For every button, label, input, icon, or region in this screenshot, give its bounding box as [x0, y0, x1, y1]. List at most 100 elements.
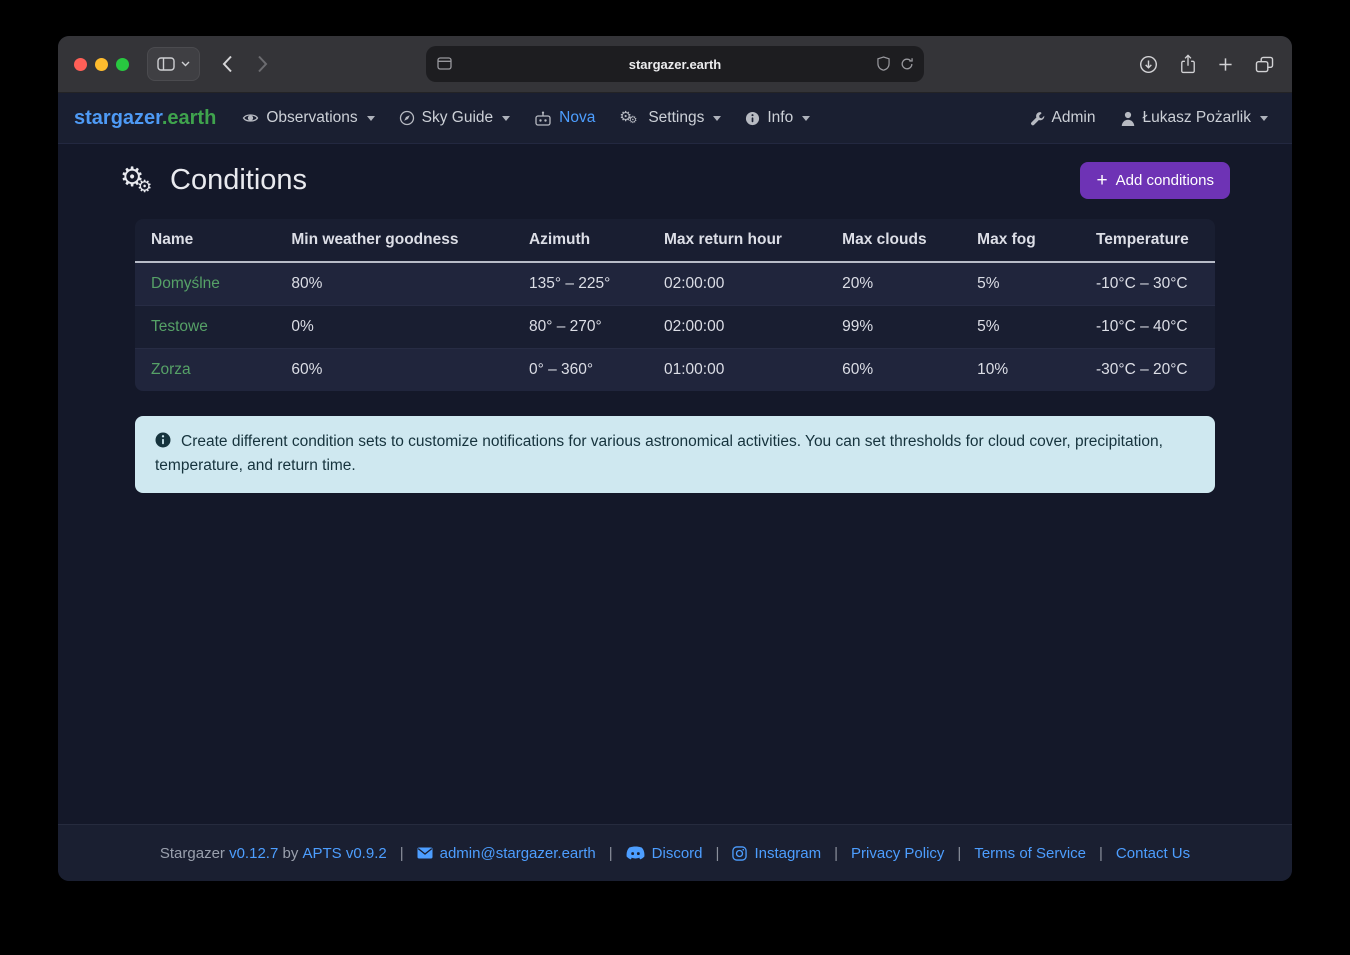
add-conditions-button[interactable]: + Add conditions [1080, 162, 1230, 199]
nav-item-sky-guide[interactable]: Sky Guide [399, 109, 511, 127]
nav-label: Admin [1052, 109, 1096, 127]
nav-item-observations[interactable]: Observations [242, 109, 374, 127]
nav-item-info[interactable]: Info [745, 109, 810, 127]
footer-email-link[interactable]: admin@stargazer.earth [417, 845, 596, 862]
condition-name-link[interactable]: Zorza [135, 349, 275, 392]
desktop: stargazer.earth [0, 0, 1350, 955]
brand-secondary: .earth [162, 107, 216, 129]
footer-terms-link[interactable]: Terms of Service [974, 845, 1086, 862]
col-header-name: Name [135, 219, 275, 262]
table-row: Domyślne 80% 135° – 225° 02:00:00 20% 5%… [135, 262, 1215, 306]
col-header-max-return: Max return hour [648, 219, 826, 262]
info-alert: Create different condition sets to custo… [135, 416, 1215, 493]
discord-icon [626, 846, 645, 860]
gears-icon: ⚙⚙ [619, 109, 641, 127]
cell-temperature: -10°C – 40°C [1080, 306, 1215, 349]
address-bar-actions [877, 56, 914, 71]
instagram-icon [732, 846, 747, 861]
footer-by: by [282, 845, 298, 862]
condition-name-link[interactable]: Testowe [135, 306, 275, 349]
info-alert-text: Create different condition sets to custo… [155, 433, 1163, 474]
traffic-lights [74, 58, 129, 71]
info-circle-icon [745, 111, 760, 126]
footer-separator: | [957, 845, 961, 862]
col-header-max-clouds: Max clouds [826, 219, 961, 262]
privacy-shield-icon[interactable] [877, 56, 890, 71]
cell-max-fog: 5% [961, 306, 1080, 349]
nav-label: Observations [266, 109, 357, 127]
site-navbar: stargazer.earth Observations [58, 93, 1292, 144]
nav-label: Settings [648, 109, 704, 127]
info-icon [155, 432, 171, 448]
plus-icon: + [1096, 171, 1107, 190]
page-title: ⚙⚙ Conditions [120, 164, 307, 198]
zoom-window-button[interactable] [116, 58, 129, 71]
main-content: ⚙⚙ Conditions + Add conditions Name [58, 144, 1292, 824]
person-icon [1121, 111, 1135, 126]
footer-framework-link[interactable]: APTS v0.9.2 [303, 845, 387, 862]
nav-label: Sky Guide [422, 109, 494, 127]
close-window-button[interactable] [74, 58, 87, 71]
compass-icon [399, 110, 415, 126]
footer-discord-link[interactable]: Discord [626, 845, 703, 862]
footer-contact-link[interactable]: Contact Us [1116, 845, 1190, 862]
caret-down-icon [713, 116, 721, 121]
new-tab-icon[interactable] [1218, 57, 1233, 72]
nav-item-settings[interactable]: ⚙⚙ Settings [619, 109, 721, 127]
conditions-table-wrap: Name Min weather goodness Azimuth Max re… [135, 219, 1215, 391]
cell-max-return: 01:00:00 [648, 349, 826, 392]
brand-logo[interactable]: stargazer.earth [74, 107, 216, 130]
footer-separator: | [400, 845, 404, 862]
cell-temperature: -30°C – 20°C [1080, 349, 1215, 392]
envelope-icon [417, 847, 433, 859]
nav-item-nova[interactable]: Nova [534, 109, 595, 127]
nav-item-admin[interactable]: Admin [1030, 109, 1096, 127]
caret-down-icon [802, 116, 810, 121]
browser-toolbar: stargazer.earth [58, 36, 1292, 93]
table-header-row: Name Min weather goodness Azimuth Max re… [135, 219, 1215, 262]
conditions-gears-icon: ⚙⚙ [120, 164, 160, 198]
col-header-temperature: Temperature [1080, 219, 1215, 262]
condition-name-link[interactable]: Domyślne [135, 262, 275, 306]
cell-azimuth: 135° – 225° [513, 262, 648, 306]
caret-down-icon [367, 116, 375, 121]
footer-separator: | [834, 845, 838, 862]
address-bar[interactable]: stargazer.earth [426, 46, 924, 82]
sidebar-toggle-button[interactable] [147, 47, 200, 81]
downloads-icon[interactable] [1139, 55, 1158, 74]
cell-min-weather: 80% [275, 262, 513, 306]
minimize-window-button[interactable] [95, 58, 108, 71]
footer-email-text: admin@stargazer.earth [440, 845, 596, 862]
cell-azimuth: 80° – 270° [513, 306, 648, 349]
forward-button[interactable] [257, 55, 268, 73]
url-text: stargazer.earth [629, 57, 722, 72]
tab-overview-icon[interactable] [1255, 56, 1274, 73]
robot-icon [534, 111, 552, 126]
eye-icon [242, 112, 259, 124]
table-row: Testowe 0% 80° – 270° 02:00:00 99% 5% -1… [135, 306, 1215, 349]
footer-discord-text: Discord [652, 845, 703, 862]
back-button[interactable] [222, 55, 233, 73]
site-footer: Stargazer v0.12.7 by APTS v0.9.2 | admin… [58, 824, 1292, 881]
page-menu-icon[interactable] [437, 57, 452, 70]
footer-version-link[interactable]: v0.12.7 [229, 845, 278, 862]
cell-max-clouds: 60% [826, 349, 961, 392]
cell-max-return: 02:00:00 [648, 262, 826, 306]
user-menu[interactable]: Łukasz Pożarlik [1121, 109, 1268, 127]
caret-down-icon [502, 116, 510, 121]
footer-privacy-link[interactable]: Privacy Policy [851, 845, 944, 862]
cell-min-weather: 60% [275, 349, 513, 392]
cell-temperature: -10°C – 30°C [1080, 262, 1215, 306]
table-row: Zorza 60% 0° – 360° 01:00:00 60% 10% -30… [135, 349, 1215, 392]
col-header-azimuth: Azimuth [513, 219, 648, 262]
footer-instagram-text: Instagram [754, 845, 821, 862]
conditions-table: Name Min weather goodness Azimuth Max re… [135, 219, 1215, 391]
reload-icon[interactable] [900, 57, 914, 71]
caret-down-icon [1260, 116, 1268, 121]
footer-instagram-link[interactable]: Instagram [732, 845, 821, 862]
user-name: Łukasz Pożarlik [1142, 109, 1251, 127]
cell-max-clouds: 99% [826, 306, 961, 349]
chevron-down-icon [181, 61, 190, 67]
share-icon[interactable] [1180, 54, 1196, 74]
brand-primary: stargazer [74, 107, 162, 129]
